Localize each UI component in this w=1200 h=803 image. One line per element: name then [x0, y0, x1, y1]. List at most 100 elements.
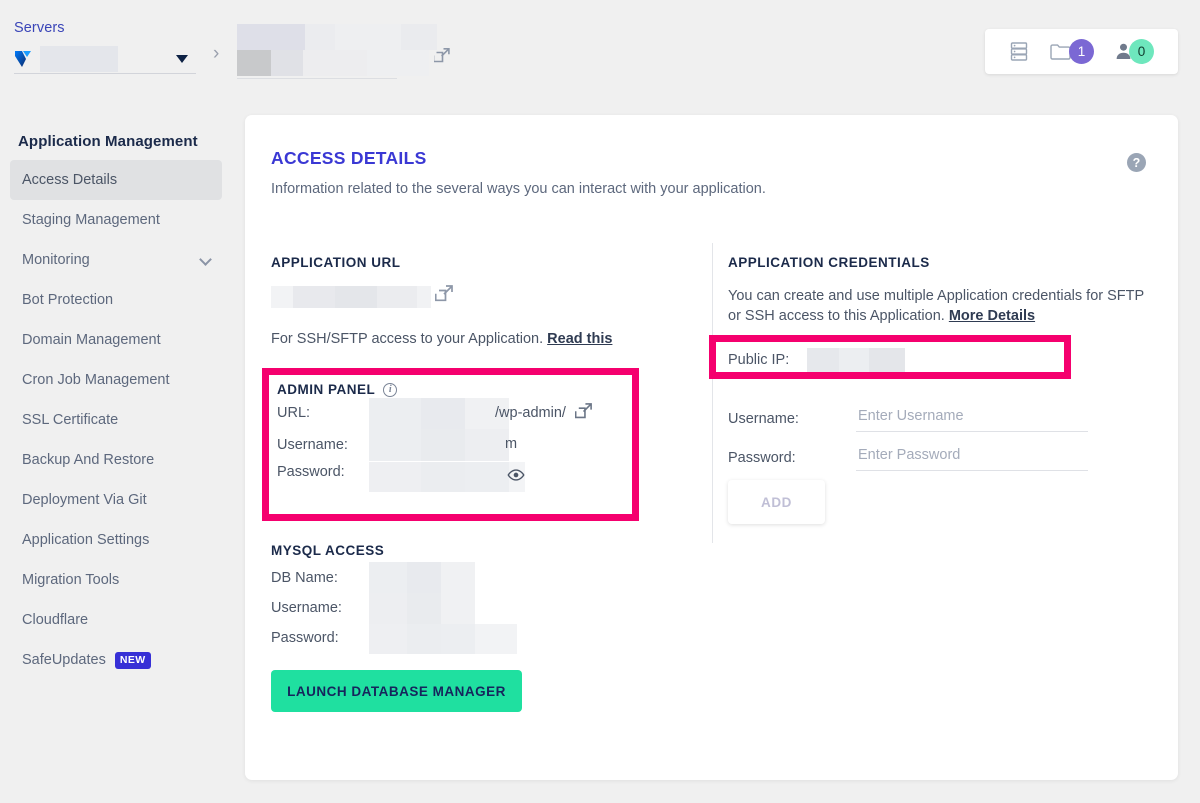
vultr-logo-icon [14, 47, 36, 71]
public-ip-value-redacted[interactable] [807, 348, 906, 372]
mysql-access-heading: MYSQL ACCESS [271, 543, 385, 558]
sidebar-item-deployment-via-git[interactable]: Deployment Via Git [10, 480, 222, 520]
public-ip-highlight-box: Public IP: [709, 335, 1071, 379]
admin-panel-url-row: URL: /wp-admin/ [277, 398, 624, 429]
sidebar-item-monitoring[interactable]: Monitoring [10, 240, 222, 280]
sidebar-item-domain-management[interactable]: Domain Management [10, 320, 222, 360]
sidebar-item-label: Migration Tools [22, 572, 120, 588]
sidebar-item-cron-job-management[interactable]: Cron Job Management [10, 360, 222, 400]
sidebar-item-staging-management[interactable]: Staging Management [10, 200, 222, 240]
server-count-item[interactable] [999, 29, 1039, 74]
sidebar-item-label: Backup And Restore [22, 452, 155, 468]
sidebar-item-label: Staging Management [22, 212, 160, 228]
breadcrumb-underline [237, 78, 397, 79]
admin-panel-username-suffix: m [505, 436, 518, 452]
application-count-item[interactable]: 1 [1039, 29, 1104, 74]
column-divider [712, 243, 713, 543]
mysql-password-label: Password: [271, 630, 339, 646]
application-credentials-section: APPLICATION CREDENTIALS You can create a… [728, 255, 1158, 326]
server-stack-icon [1009, 41, 1029, 62]
admin-panel-heading-row: ADMIN PANEL i [277, 382, 624, 397]
read-this-link[interactable]: Read this [547, 331, 612, 347]
admin-panel-url-external-link-icon[interactable] [575, 402, 593, 420]
sidebar-item-label: Domain Management [22, 332, 161, 348]
add-credential-button[interactable]: ADD [728, 480, 825, 524]
sidebar-item-label: SSL Certificate [22, 412, 119, 428]
page-title: ACCESS DETAILS [271, 148, 427, 168]
page-subtitle: Information related to the several ways … [271, 181, 766, 197]
sidebar-item-label: Cron Job Management [22, 372, 170, 388]
admin-panel-username-row: Username: m [277, 429, 624, 461]
mysql-db-name-row: DB Name: [271, 562, 522, 594]
mysql-access-section: MYSQL ACCESS DB Name: Username: Password… [271, 543, 522, 712]
question-mark-icon[interactable]: ? [1127, 153, 1146, 172]
admin-panel-highlight-box: ADMIN PANEL i URL: /wp-admin/ Username: … [262, 368, 639, 521]
mysql-db-name-label: DB Name: [271, 570, 338, 586]
sidebar-item-backup-and-restore[interactable]: Backup And Restore [10, 440, 222, 480]
application-url-external-link-icon[interactable] [435, 284, 454, 303]
application-credentials-note: You can create and use multiple Applicat… [728, 286, 1158, 326]
server-name-redacted [40, 45, 118, 72]
admin-panel-password-row: Password: [277, 462, 624, 492]
credentials-username-row: Username: [728, 405, 1088, 432]
application-url-section: APPLICATION URL For SSH/SFTP access to y… [271, 255, 612, 347]
admin-panel-username-label: Username: [277, 437, 348, 453]
mysql-password-row: Password: [271, 624, 522, 654]
credentials-note-line2: or SSH access to this Application. [728, 308, 945, 324]
sidebar-item-label: Access Details [22, 172, 118, 188]
sidebar-item-application-settings[interactable]: Application Settings [10, 520, 222, 560]
breadcrumb-app-name-redacted[interactable] [237, 24, 437, 76]
info-icon[interactable]: i [383, 382, 398, 397]
access-details-card: ACCESS DETAILS Information related to th… [245, 115, 1178, 780]
application-url-heading: APPLICATION URL [271, 255, 401, 270]
ssh-sftp-note-text: For SSH/SFTP access to your Application. [271, 331, 544, 347]
sidebar-title: Application Management [18, 133, 198, 150]
launch-database-manager-button[interactable]: LAUNCH DATABASE MANAGER [271, 670, 522, 712]
top-bar: Servers › 1 0 [0, 0, 1200, 100]
top-right-counters: 1 0 [985, 29, 1178, 74]
mysql-username-label: Username: [271, 600, 342, 616]
admin-panel-password-reveal-eye-icon[interactable] [507, 468, 525, 482]
sidebar-item-label: Application Settings [22, 532, 150, 548]
sidebar: Application Management Access Details St… [0, 100, 240, 803]
breadcrumb-external-link-icon[interactable] [434, 47, 451, 64]
sidebar-item-safeupdates[interactable]: SafeUpdates NEW [10, 640, 222, 680]
admin-panel-url-label: URL: [277, 405, 311, 421]
server-selector-label: Servers [14, 20, 65, 36]
credentials-password-row: Password: [728, 444, 1088, 471]
server-selector-control[interactable] [14, 44, 196, 74]
public-ip-row: Public IP: [728, 348, 906, 372]
chevron-down-icon[interactable] [199, 253, 212, 266]
mysql-username-row: Username: [271, 593, 522, 624]
sidebar-item-label: Deployment Via Git [22, 492, 147, 508]
new-badge: NEW [114, 651, 151, 669]
more-details-link[interactable]: More Details [949, 308, 1035, 324]
application-url-value-redacted[interactable] [271, 284, 491, 308]
admin-panel-url-suffix: /wp-admin/ [495, 405, 566, 421]
credentials-username-label: Username: [728, 411, 799, 427]
credentials-password-input[interactable] [856, 444, 1088, 471]
public-ip-label: Public IP: [728, 352, 790, 368]
admin-panel-section: ADMIN PANEL i URL: /wp-admin/ Username: … [277, 382, 624, 492]
admin-panel-password-label: Password: [277, 464, 345, 480]
sidebar-item-ssl-certificate[interactable]: SSL Certificate [10, 400, 222, 440]
admin-panel-heading: ADMIN PANEL [277, 382, 376, 397]
ssh-sftp-note: For SSH/SFTP access to your Application.… [271, 331, 612, 347]
application-credentials-heading: APPLICATION CREDENTIALS [728, 255, 930, 270]
server-selector[interactable]: Servers [14, 20, 196, 74]
credentials-note-line1: You can create and use multiple Applicat… [728, 288, 1145, 304]
sidebar-item-label: Bot Protection [22, 292, 114, 308]
breadcrumb-chevron-icon: › [213, 43, 220, 64]
application-count-badge: 1 [1069, 39, 1094, 64]
sidebar-item-bot-protection[interactable]: Bot Protection [10, 280, 222, 320]
user-count-badge: 0 [1129, 39, 1154, 64]
credentials-password-label: Password: [728, 450, 796, 466]
user-count-item[interactable]: 0 [1104, 29, 1164, 74]
sidebar-item-label: Monitoring [22, 252, 90, 268]
sidebar-item-cloudflare[interactable]: Cloudflare [10, 600, 222, 640]
credentials-username-input[interactable] [856, 405, 1088, 432]
chevron-down-icon[interactable] [176, 55, 188, 63]
sidebar-item-migration-tools[interactable]: Migration Tools [10, 560, 222, 600]
sidebar-item-access-details[interactable]: Access Details [10, 160, 222, 200]
sidebar-item-label: Cloudflare [22, 612, 89, 628]
